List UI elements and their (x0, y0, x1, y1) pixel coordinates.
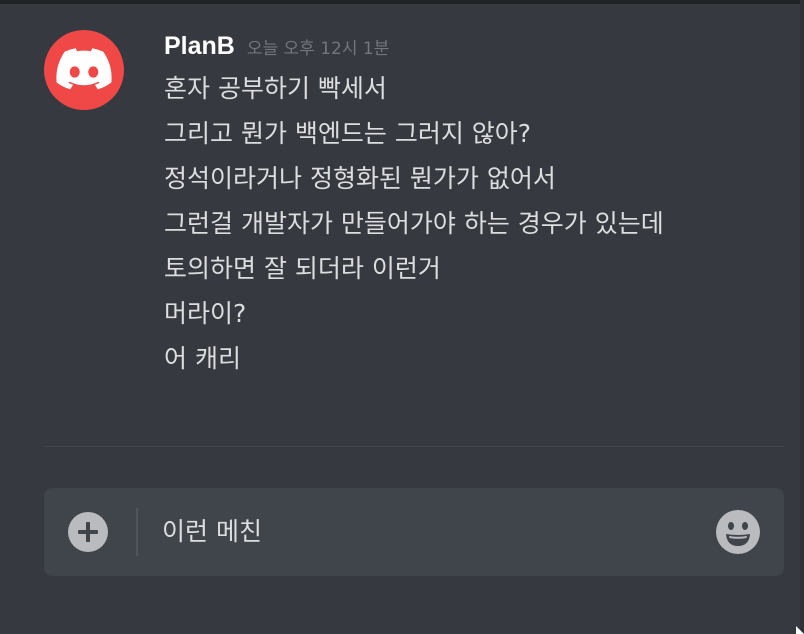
plus-circle-icon (68, 512, 108, 552)
resize-corner-icon[interactable] (796, 626, 804, 634)
emoji-button[interactable] (716, 510, 760, 554)
chat-window: PlanB 오늘 오후 12시 1분 혼자 공부하기 빡세서 그리고 뭔가 백엔… (0, 0, 804, 634)
message-line: 머라이? (164, 299, 247, 328)
message-line: 정석이라거나 정형화된 뭔가가 없어서 (164, 164, 556, 193)
message-line: 그리고 뭔가 백엔드는 그러지 않아? (164, 119, 532, 148)
message-input[interactable] (162, 514, 702, 550)
message-line: 어 캐리 (164, 344, 241, 373)
timestamp: 오늘 오후 12시 1분 (246, 39, 390, 59)
divider (44, 446, 784, 447)
message-line: 그런걸 개발자가 만들어가야 하는 경우가 있는데 (164, 209, 664, 238)
message-header: PlanB 오늘 오후 12시 1분 (164, 32, 389, 66)
smiley-emoji-icon (716, 510, 760, 554)
message-composer (44, 488, 784, 576)
message-line: 혼자 공부하기 빡세서 (164, 74, 387, 103)
message-lines: 혼자 공부하기 빡세서 그리고 뭔가 백엔드는 그러지 않아? 정석이라거나 정… (164, 74, 704, 389)
username[interactable]: PlanB (164, 32, 235, 61)
discord-logo-icon (56, 48, 112, 90)
top-border (0, 0, 804, 4)
message-line: 토의하면 잘 되더라 이런거 (164, 254, 441, 283)
composer-separator (136, 508, 138, 556)
avatar[interactable] (44, 30, 124, 110)
right-border (800, 0, 804, 634)
attach-button[interactable] (68, 512, 108, 552)
